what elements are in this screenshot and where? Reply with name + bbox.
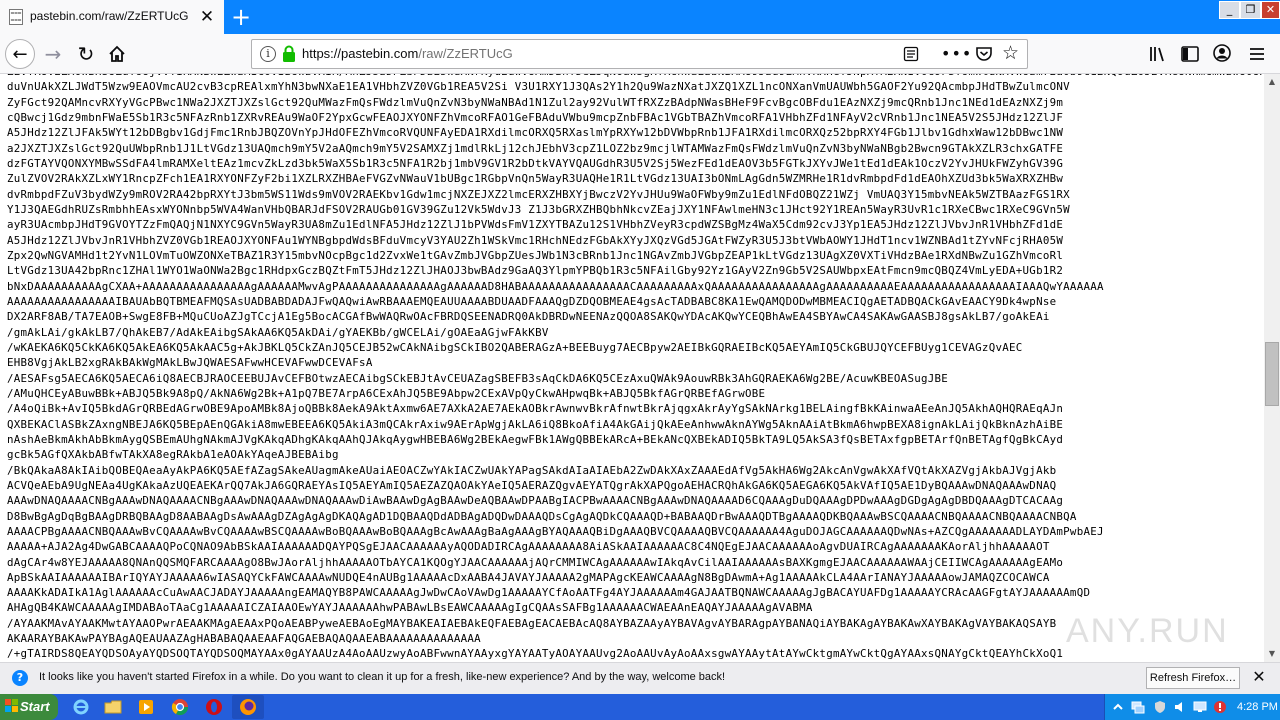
paste-text: ZEVTRUV2ZXOWBHSUZuToUjVVTIRXNBWEZwzMICOV… (0, 74, 1264, 662)
tab-strip: === === pastebin.com/raw/ZzERTUcG ✕ + _ … (0, 0, 1280, 34)
reader-view-icon[interactable] (903, 46, 919, 62)
bookmark-star-icon[interactable]: ☆ (1002, 42, 1019, 64)
pastebin-favicon-icon: === === (9, 9, 23, 25)
paste-line: ZEVTRUV2ZXOWBHSUZuToUjVVTIRXNBWEZwzMICOV… (7, 74, 1264, 78)
paste-line: ACVQeAEbA9UgNEAa4UgKAkaAzUQEAEKArQQ7AkJA… (7, 478, 1057, 492)
url-text[interactable]: https://pastebin.com/raw/ZzERTUcG (302, 46, 513, 61)
start-label: Start (20, 699, 50, 714)
paste-line: /A4oQiBk+AvIQ5BkdAGrQRBEdAGrwOBE9ApoAMBk… (7, 402, 1064, 416)
paste-line: AAAAKkADAIkA1AglAAAAAAcCuAwAACJADAYJAAAA… (7, 586, 1091, 600)
volume-icon[interactable] (1173, 700, 1187, 714)
paste-line: cQBwcj1Gdz9mbnFWaE5Sb1R3c5NFAzRnb1ZXRvRE… (7, 110, 1064, 124)
raw-paste-content: ZEVTRUV2ZXOWBHSUZuToUjVVTIRXNBWEZwzMICOV… (0, 74, 1264, 662)
paste-line: /AESAFsg5AECA6KQ5AECA6iQ8AECBJRAOCEEBUJA… (7, 371, 949, 385)
paste-line: /AMuQHCEyABuwBBk+ABJQ5Bk9A8pQ/AkNA6Wg2Bk… (7, 386, 766, 400)
paste-line: D8BwBgAgDqBgBAAgDRBQBAAgD8AABAAgDsAwAAAg… (7, 509, 1077, 523)
paste-line: ApBSkAAIAAAAAAIBArIQYAYJAAAAA6wIASAQYCkF… (7, 570, 1050, 584)
tray-expand-icon[interactable] (1111, 700, 1125, 714)
library-icon[interactable] (1148, 44, 1168, 64)
paste-line: duVnUAkXZLJWdT5Wzw9EAOVmcAU2cvB3cpREAlxm… (7, 80, 1070, 94)
scroll-down-icon[interactable]: ▼ (1264, 646, 1280, 662)
tab-title: pastebin.com/raw/ZzERTUcG (30, 9, 189, 23)
chrome-icon[interactable] (171, 698, 189, 716)
security-shield-icon[interactable] (1153, 700, 1167, 714)
page-actions-icon[interactable]: ••• (941, 44, 972, 63)
home-icon[interactable] (102, 39, 132, 69)
explorer-folder-icon[interactable] (104, 698, 122, 716)
scrollbar-thumb[interactable] (1265, 342, 1279, 406)
display-icon[interactable] (1193, 700, 1207, 714)
pocket-icon[interactable] (975, 45, 993, 63)
new-tab-button[interactable]: + (228, 4, 254, 30)
paste-line: /AYAAKMAvAYAAKMwtAYAAOPwrAEAAKMAgAEAAxPQ… (7, 616, 1057, 630)
refresh-firefox-button[interactable]: Refresh Firefox… (1146, 667, 1240, 689)
network-icon[interactable] (1131, 700, 1145, 714)
paste-line: AAAACPBgAAAACNBQAAAwBvCQAAAAwBvCQAAAAwBS… (7, 524, 1104, 538)
paste-line: DX2ARF8AB/TA7EAOB+SwgE8FB+MQuCUoAZJgTCcj… (7, 310, 1050, 324)
media-player-icon[interactable] (137, 698, 155, 716)
paste-line: AKAARAYBAKAwPAYBAgAQEAUAAZAgHABABAQAAEAA… (7, 632, 481, 646)
paste-line: ZulZVOV2RAkXZLxWY1RncpZFch1EA1RXYONFZyF2… (7, 172, 1064, 186)
paste-line: A5JHdz12ZlJVbvJnR1VHbhZVZ0VGb1REAOJXYONF… (7, 233, 1064, 247)
system-tray: 4:28 PM (1104, 694, 1280, 720)
paste-line: /wKAEKA6KQ5CkKA6KQ5AkEA6KQ5AkAAC5g+AkJBK… (7, 340, 1023, 354)
paste-line: Y1J3QAEGdhRUZsRmbhhEAsxWYONnbp5WVA4WanVH… (7, 202, 1070, 216)
start-button[interactable]: Start (0, 694, 58, 720)
firefox-icon (240, 699, 256, 715)
windows-taskbar: Start 4:28 PM (0, 694, 1280, 720)
back-arrow-icon[interactable]: ← (5, 39, 35, 69)
paste-line: Zpx2QwNGVAMHd1t2YvN1LOVmTuOWZONXeTBAZ1R3… (7, 248, 1064, 262)
firefox-taskbar-button[interactable] (232, 695, 264, 719)
taskbar-clock: 4:28 PM (1237, 701, 1278, 713)
active-tab[interactable]: === === pastebin.com/raw/ZzERTUcG ✕ (0, 0, 224, 34)
opera-icon[interactable] (205, 698, 223, 716)
paste-line: AAAAAAAAAAAAAAAAIBAUAbBQTBMEAFMQSAsUADBA… (7, 294, 1057, 308)
account-icon[interactable] (1212, 43, 1232, 63)
paste-line: LtVGdz13UA42bpRnc1ZHAl1WYO1WaONWa2Bgc1RH… (7, 264, 1064, 278)
tab-close-icon[interactable]: ✕ (198, 8, 216, 26)
alert-icon[interactable] (1213, 700, 1227, 714)
paste-line: nAshAeBkmAkhAbBkmAygQSBEmAUhgNAkmAJVgKAk… (7, 432, 1064, 446)
paste-line: ZyFGct92QAMncvRXYyVGcPBwc1NWa2JXZTJXZslG… (7, 95, 1064, 109)
paste-line: bNxDAAAAAAAAAAgCXAA+AAAAAAAAAAAAAAAAgAAA… (7, 279, 1104, 293)
windows-logo-icon (5, 699, 18, 712)
info-icon[interactable]: i (260, 46, 276, 62)
paste-line: dzFGTAYVQONXYMBwSSdFA4lmRAMXeltEAz1mcvZk… (7, 156, 1064, 170)
paste-line: dvRmbpdFZuV3bydWZy9mROV2RA42bpRXYtJ3bm5W… (7, 187, 1070, 201)
url-bar[interactable]: i https://pastebin.com/raw/ZzERTUcG ••• … (251, 39, 1028, 69)
window-minimize-button[interactable]: _ (1219, 1, 1240, 19)
navigation-toolbar: ← → ↻ i https://pastebin.com/raw/ZzERTUc… (0, 34, 1280, 74)
notification-close-icon[interactable]: ✕ (1250, 668, 1268, 686)
paste-line: ayR3UAcmbpJHdT9GVOYTZzFmQAQjN1NXYC9GVn5W… (7, 218, 1064, 232)
paste-line: a2JXZTJXZslGct92QuUWbpRnb1J1LtVGdz13UAQm… (7, 141, 1064, 155)
paste-line: QXBEKAClASBkZAxngNBEJA6KQ5BEpAEnQGAkiA8m… (7, 417, 1064, 431)
ie-icon[interactable] (72, 698, 90, 716)
anyrun-watermark: ANY.RUN (1066, 612, 1229, 650)
paste-line: /gmAkLAi/gkAkLB7/QhAkEB7/AdAkEAibgSAkAA6… (7, 325, 549, 339)
info-icon: ? (12, 670, 28, 686)
paste-line: AAAAA+AJA2Ag4DwGABCAAAAQPoCQNAO9AbBSkAAI… (7, 540, 1050, 554)
window-close-button[interactable]: ✕ (1261, 1, 1280, 19)
window-maximize-button[interactable]: ❐ (1240, 1, 1261, 19)
paste-line: gcBk5AGfQXAkbABfwTAkXA8egRAkbA1eAOAkYAqe… (7, 448, 339, 462)
paste-line: AAAwDNAQAAAACNBgAAAwDNAQAAAACNBgAAAwDNAQ… (7, 494, 1064, 508)
url-path: /raw/ZzERTUcG (418, 46, 513, 61)
paste-line: /BkQAkaA8AkIAibQOBEQAeaAyAkPA6KQ5AEfAZag… (7, 463, 1057, 477)
url-host: https://pastebin.com (302, 46, 419, 61)
paste-line: /+gTAIRDS8QEAYQDSOAyAYQDSOQTAYQDSOQMAYAA… (7, 647, 1064, 661)
paste-line: EHB8VgjAkLB2xgRAkBAkWgMAkLBwJQWAESAFwwHC… (7, 356, 373, 370)
hamburger-menu-icon[interactable] (1247, 44, 1267, 64)
paste-line: A5JHdz12ZlJFAk5WYt12bDBgbv1GdjFmc1RnbJBQ… (7, 126, 1064, 140)
refresh-notification-bar: ? It looks like you haven't started Fire… (0, 662, 1280, 694)
notification-message: It looks like you haven't started Firefo… (39, 671, 726, 683)
vertical-scrollbar[interactable]: ▲ ▼ (1264, 74, 1280, 662)
paste-line: dAgCAr4w8YEJAAAAA8QNAnQQSMQFARCAAAAgO8Bw… (7, 555, 1064, 569)
paste-line: AHAgQB4KAWCAAAAAgIMDABAoTAaCg1AAAAAICZAI… (7, 601, 813, 615)
forward-arrow-icon[interactable]: → (38, 39, 68, 69)
scroll-up-icon[interactable]: ▲ (1264, 74, 1280, 90)
lock-icon[interactable] (282, 45, 296, 63)
reload-icon[interactable]: ↻ (71, 39, 101, 69)
sidebar-icon[interactable] (1180, 44, 1200, 64)
